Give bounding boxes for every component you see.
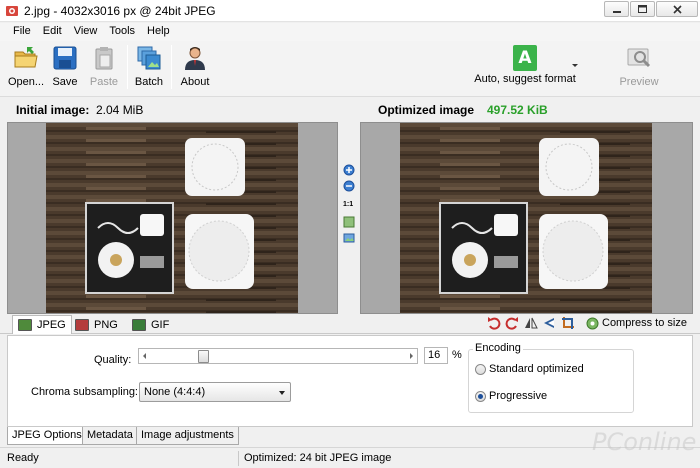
fill-window-icon[interactable] <box>343 232 355 244</box>
close-button[interactable] <box>656 1 698 17</box>
window-controls <box>603 0 698 22</box>
rotate-left-icon[interactable] <box>487 316 501 330</box>
zoom-out-icon[interactable] <box>343 180 355 192</box>
paste-label: Paste <box>89 76 119 88</box>
standard-optimized-radio[interactable] <box>475 364 486 375</box>
minimize-button[interactable] <box>604 1 629 17</box>
quality-slider[interactable] <box>138 348 418 364</box>
zoom-strip: 1:1 <box>338 122 360 314</box>
menu-edit[interactable]: Edit <box>37 23 68 41</box>
about-button[interactable]: About <box>175 43 215 91</box>
window-title: 2.jpg - 4032x3016 px @ 24bit JPEG <box>24 4 216 18</box>
zoom-actual-size-button[interactable]: 1:1 <box>343 201 353 208</box>
paste-clipboard-icon <box>95 47 113 70</box>
progressive-radio[interactable] <box>475 391 486 402</box>
png-file-icon <box>75 318 89 331</box>
tab-png[interactable]: PNG <box>70 315 123 334</box>
batch-label: Batch <box>134 76 164 88</box>
compress-to-size-label: Compress to size <box>602 317 687 329</box>
size-info-row: Initial image: 2.04 MiB Optimized image … <box>0 98 700 122</box>
status-optimized-info: Optimized: 24 bit JPEG image <box>244 452 392 464</box>
initial-size-value: 2.04 MiB <box>96 103 144 117</box>
tab-image-adjustments[interactable]: Image adjustments <box>136 427 239 445</box>
rotate-right-icon[interactable] <box>505 316 519 330</box>
progressive-label[interactable]: Progressive <box>489 390 547 402</box>
encoding-title: Encoding <box>473 342 523 354</box>
chroma-subsampling-label: Chroma subsampling: <box>31 386 138 398</box>
chroma-subsampling-select[interactable]: None (4:4:4) <box>139 382 291 402</box>
open-folder-icon <box>14 47 38 68</box>
compress-to-size-button[interactable]: Compress to size <box>586 316 687 330</box>
title-bar: 2.jpg - 4032x3016 px @ 24bit JPEG <box>0 0 700 22</box>
optimized-size-label: Optimized image <box>378 103 475 117</box>
minimize-icon <box>612 11 621 13</box>
quality-label: Quality: <box>94 354 132 366</box>
optimized-image <box>400 123 652 313</box>
save-button[interactable]: Save <box>45 43 85 91</box>
save-label: Save <box>52 76 78 88</box>
open-label: Open... <box>7 76 45 88</box>
format-dropdown-arrow-icon[interactable] <box>572 64 578 67</box>
tab-png-label: PNG <box>94 318 118 331</box>
tab-metadata[interactable]: Metadata <box>82 427 138 445</box>
jpeg-file-icon <box>18 319 32 331</box>
auto-format-button[interactable]: A Auto, suggest format <box>460 43 590 91</box>
menu-view[interactable]: View <box>68 23 104 41</box>
optimized-size-value: 497.52 KiB <box>487 103 548 117</box>
tab-jpeg-label: JPEG <box>37 319 66 331</box>
toolbar: Open... Save Paste Batch About A Auto, s… <box>0 41 700 97</box>
chroma-subsampling-value: None (4:4:4) <box>144 386 206 398</box>
gif-file-icon <box>132 318 146 331</box>
preview-label: Preview <box>619 76 659 88</box>
status-ready: Ready <box>7 452 39 464</box>
maximize-icon <box>638 5 647 13</box>
menu-help[interactable]: Help <box>141 23 176 41</box>
slider-left-arrow-icon <box>143 353 146 359</box>
toolbar-separator <box>171 45 172 89</box>
save-disk-icon <box>53 46 77 70</box>
batch-button[interactable]: Batch <box>129 43 169 91</box>
standard-optimized-label[interactable]: Standard optimized <box>489 363 584 375</box>
tab-jpeg-options[interactable]: JPEG Options <box>7 427 87 445</box>
original-image <box>46 123 298 313</box>
flip-vertical-icon[interactable] <box>542 316 556 330</box>
slider-right-arrow-icon <box>410 353 413 359</box>
maximize-button[interactable] <box>630 1 655 17</box>
menu-bar: File Edit View Tools Help <box>0 23 700 41</box>
original-image-panel[interactable] <box>7 122 338 314</box>
encoding-group <box>468 349 634 413</box>
format-badge-icon: A <box>513 45 537 71</box>
paste-button[interactable]: Paste <box>84 43 124 91</box>
chevron-down-icon <box>279 391 285 395</box>
watermark-logo: PConline <box>592 428 697 456</box>
preview-button[interactable]: Preview <box>617 43 661 91</box>
initial-size-label: Initial image: <box>16 103 90 117</box>
toolbar-separator <box>127 45 128 89</box>
quality-percent-sign: % <box>452 349 462 361</box>
menu-file[interactable]: File <box>7 23 37 41</box>
app-icon <box>6 6 18 16</box>
flip-horizontal-icon[interactable] <box>524 316 538 330</box>
about-label: About <box>180 76 210 88</box>
zoom-in-icon[interactable] <box>343 164 355 176</box>
status-separator <box>238 451 239 466</box>
close-icon <box>672 4 682 14</box>
tab-gif-label: GIF <box>151 318 170 331</box>
quality-slider-thumb[interactable] <box>197 350 209 363</box>
quality-input[interactable]: 16 <box>424 347 448 364</box>
crop-icon[interactable] <box>561 316 575 330</box>
open-button[interactable]: Open... <box>6 43 46 91</box>
tab-jpeg[interactable]: JPEG <box>12 315 72 334</box>
tab-gif[interactable]: GIF <box>127 315 174 334</box>
preview-magnifier-icon <box>627 48 651 68</box>
fit-window-icon[interactable] <box>343 216 355 228</box>
menu-tools[interactable]: Tools <box>103 23 141 41</box>
batch-images-icon <box>137 46 161 70</box>
about-user-icon <box>185 47 205 70</box>
compress-gear-icon <box>586 317 599 329</box>
optimized-image-panel[interactable] <box>360 122 693 314</box>
auto-format-label: Auto, suggest format <box>474 73 576 85</box>
